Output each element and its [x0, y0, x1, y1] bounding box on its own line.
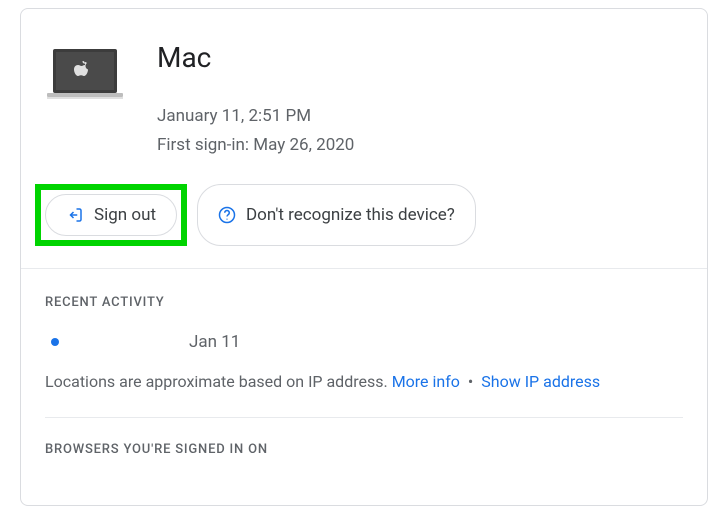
browsers-section-label: Browsers you're signed in on: [45, 442, 683, 457]
more-info-link[interactable]: More info: [392, 372, 460, 391]
show-ip-link[interactable]: Show IP address: [481, 372, 600, 391]
recent-activity-label: Recent Activity: [45, 295, 683, 310]
help-icon: [218, 206, 236, 224]
sign-out-button[interactable]: Sign out: [45, 194, 177, 236]
disclaimer-text: Locations are approximate based on IP ad…: [45, 372, 392, 391]
device-last-activity: January 11, 2:51 PM: [157, 102, 683, 131]
dont-recognize-button[interactable]: Don't recognize this device?: [197, 184, 476, 246]
tutorial-highlight: Sign out: [35, 184, 187, 246]
separator: •: [464, 372, 477, 391]
device-info: Mac January 11, 2:51 PM First sign-in: M…: [157, 41, 683, 160]
activity-date: Jan 11: [189, 332, 240, 352]
recent-activity-section: Recent Activity Jan 11 Locations are app…: [45, 269, 683, 457]
dont-recognize-label: Don't recognize this device?: [246, 205, 455, 225]
device-icon: [45, 41, 125, 107]
device-header: Mac January 11, 2:51 PM First sign-in: M…: [45, 33, 683, 160]
activity-row: Jan 11: [45, 332, 683, 352]
device-name: Mac: [157, 41, 683, 74]
sign-out-label: Sign out: [94, 205, 156, 225]
device-first-signin: First sign-in: May 26, 2020: [157, 131, 683, 160]
mac-laptop-icon: [45, 47, 125, 103]
location-disclaimer: Locations are approximate based on IP ad…: [45, 372, 683, 391]
activity-status-dot: [51, 338, 59, 346]
thin-divider: [45, 417, 683, 418]
device-card: Mac January 11, 2:51 PM First sign-in: M…: [20, 8, 708, 506]
sign-out-icon: [66, 206, 84, 224]
actions-row: Sign out Don't recognize this device?: [35, 184, 683, 246]
